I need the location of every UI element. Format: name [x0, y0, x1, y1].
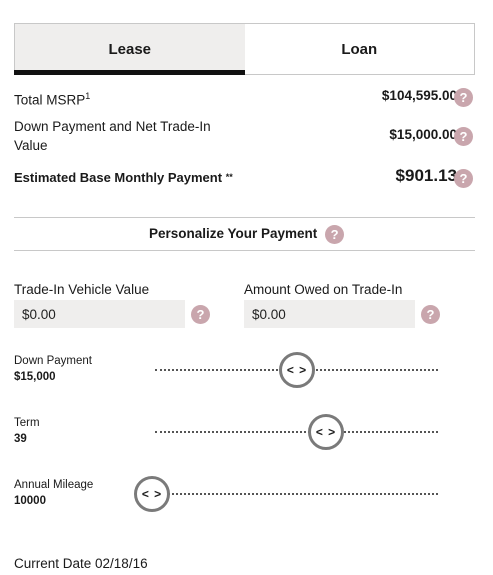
msrp-value: $104,595.00	[381, 88, 457, 103]
term-slider-label: Term 39	[14, 415, 40, 447]
tab-loan[interactable]: Loan	[244, 24, 474, 74]
annual-mileage-slider-value: 10000	[14, 495, 46, 507]
monthly-payment-label: Estimated Base Monthly Payment **	[14, 168, 233, 187]
annual-mileage-slider-handle[interactable]: < >	[134, 476, 170, 512]
down-payment-value: $15,000.00	[389, 127, 457, 142]
msrp-label-text: Total MSRP	[14, 92, 86, 108]
monthly-payment-value: $901.13	[395, 166, 457, 185]
down-payment-slider-handle[interactable]: < >	[279, 352, 315, 388]
down-payment-slider-title: Down Payment	[14, 355, 92, 367]
down-payment-slider-value: $15,000	[14, 371, 56, 383]
trade-in-value-label: Trade-In Vehicle Value	[14, 282, 150, 297]
current-date: Current Date 02/18/16	[14, 556, 148, 571]
down-payment-label: Down Payment and Net Trade-In Value	[14, 119, 211, 153]
annual-mileage-slider-title: Annual Mileage	[14, 479, 94, 491]
monthly-payment-row: Estimated Base Monthly Payment ** $901.1…	[14, 166, 479, 190]
down-payment-help-icon[interactable]: ?	[454, 127, 473, 146]
trade-in-help-icon[interactable]: ?	[191, 305, 210, 324]
msrp-row: Total MSRP1 $104,595.00	[14, 87, 479, 110]
term-slider-track[interactable]	[155, 431, 438, 433]
payment-type-tabs: Lease Loan	[14, 23, 475, 75]
down-payment-row: Down Payment and Net Trade-In Value $15,…	[14, 117, 479, 157]
down-payment-slider-label: Down Payment $15,000	[14, 353, 92, 385]
annual-mileage-slider-track[interactable]	[155, 493, 438, 495]
monthly-payment-label-text: Estimated Base Monthly Payment	[14, 170, 223, 185]
tab-lease[interactable]: Lease	[14, 24, 245, 75]
amount-owed-label: Amount Owed on Trade-In	[244, 282, 403, 297]
term-slider-title: Term	[14, 417, 40, 429]
personalize-heading: Personalize Your Payment ?	[0, 225, 493, 244]
msrp-help-icon[interactable]: ?	[454, 88, 473, 107]
msrp-footnote: 1	[85, 91, 91, 101]
trade-in-value-input[interactable]	[14, 300, 185, 328]
amount-owed-help-icon[interactable]: ?	[421, 305, 440, 324]
term-slider-handle[interactable]: < >	[308, 414, 344, 450]
personalize-help-icon[interactable]: ?	[325, 225, 345, 244]
msrp-label: Total MSRP1	[14, 87, 90, 110]
personalize-title: Personalize Your Payment	[148, 226, 318, 242]
amount-owed-input[interactable]	[244, 300, 415, 328]
term-slider-value: 39	[14, 433, 27, 445]
monthly-payment-marker: **	[225, 172, 233, 182]
annual-mileage-slider-label: Annual Mileage 10000	[14, 477, 93, 509]
monthly-payment-help-icon[interactable]: ?	[454, 169, 473, 188]
section-divider-top	[14, 217, 475, 218]
section-divider-bottom	[14, 250, 475, 251]
